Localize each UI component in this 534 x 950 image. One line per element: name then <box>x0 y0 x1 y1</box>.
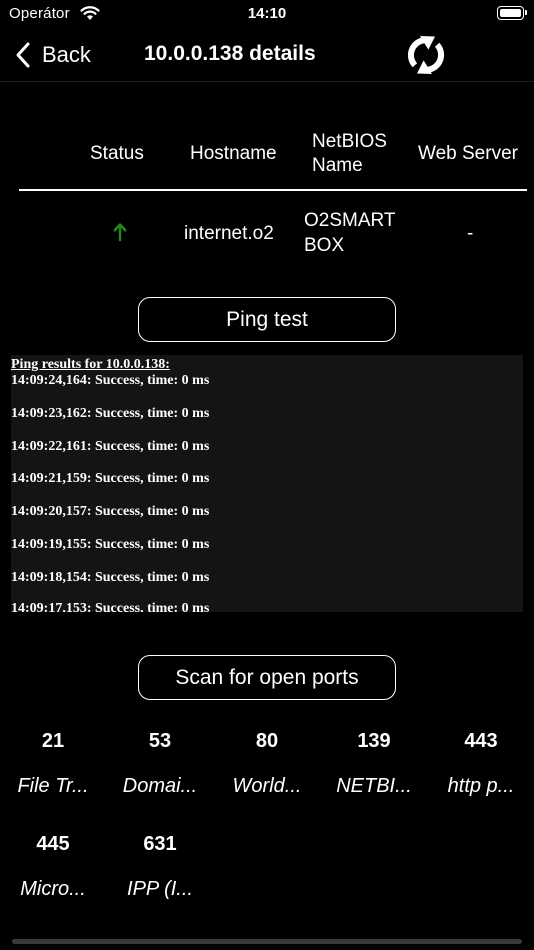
refresh-icon[interactable] <box>402 31 450 79</box>
port-description: Domai... <box>122 775 198 797</box>
column-header-hostname: Hostname <box>190 143 277 164</box>
clock: 14:10 <box>247 5 287 22</box>
back-button[interactable]: Back <box>14 40 91 70</box>
hostname-value: internet.o2 <box>184 223 274 244</box>
battery-icon <box>497 6 527 20</box>
ping-result-line: 14:09:20,157: Success, time: 0 ms <box>11 504 210 519</box>
web-server-value: - <box>467 223 474 244</box>
port-number: 53 <box>148 730 172 752</box>
navigation-bar: Back 10.0.0.138 details <box>0 28 534 82</box>
ping-result-line: 14:09:24,164: Success, time: 0 ms <box>11 373 210 388</box>
ping-results-panel[interactable]: Ping results for 10.0.0.138: 14:09:24,16… <box>11 355 523 612</box>
chevron-left-icon <box>16 42 30 68</box>
column-header-netbios-line2: Name <box>312 155 363 176</box>
ping-results-title: Ping results for 10.0.0.138: <box>11 357 170 372</box>
back-label: Back <box>42 42 91 67</box>
port-description: NETBI... <box>336 775 412 797</box>
status-bar: Operátor 14:10 <box>0 0 534 28</box>
netbios-value-line1: O2SMART <box>304 210 396 231</box>
port-number: 443 <box>464 730 498 752</box>
port-number: 80 <box>255 730 279 752</box>
column-header-web-server: Web Server <box>418 143 518 164</box>
column-header-status: Status <box>90 143 144 164</box>
port-number: 631 <box>143 833 177 855</box>
ping-result-line: 14:09:21,159: Success, time: 0 ms <box>11 471 210 486</box>
ping-test-button[interactable]: Ping test <box>138 297 396 342</box>
port-number: 445 <box>36 833 70 855</box>
scan-ports-button[interactable]: Scan for open ports <box>138 655 396 700</box>
port-number: 139 <box>357 730 391 752</box>
ping-result-line: 14:09:17,153: Success, time: 0 ms <box>11 601 210 612</box>
port-number: 21 <box>41 730 65 752</box>
ping-result-line: 14:09:23,162: Success, time: 0 ms <box>11 406 210 421</box>
port-description: Micro... <box>20 878 86 900</box>
port-description: IPP (I... <box>127 878 193 900</box>
status-up-arrow-icon <box>113 223 127 241</box>
table-header-divider <box>19 189 527 191</box>
port-description: World... <box>232 775 302 797</box>
scroll-indicator[interactable] <box>12 939 522 944</box>
netbios-value-line2: BOX <box>304 235 345 256</box>
ping-result-line: 14:09:22,161: Success, time: 0 ms <box>11 439 210 454</box>
ping-result-line: 14:09:18,154: Success, time: 0 ms <box>11 570 210 585</box>
page-title: 10.0.0.138 details <box>144 42 316 65</box>
port-description: http p... <box>447 775 515 797</box>
column-header-netbios-line1: NetBIOS <box>312 131 387 152</box>
port-description: File Tr... <box>17 775 89 797</box>
ping-result-line: 14:09:19,155: Success, time: 0 ms <box>11 537 210 552</box>
